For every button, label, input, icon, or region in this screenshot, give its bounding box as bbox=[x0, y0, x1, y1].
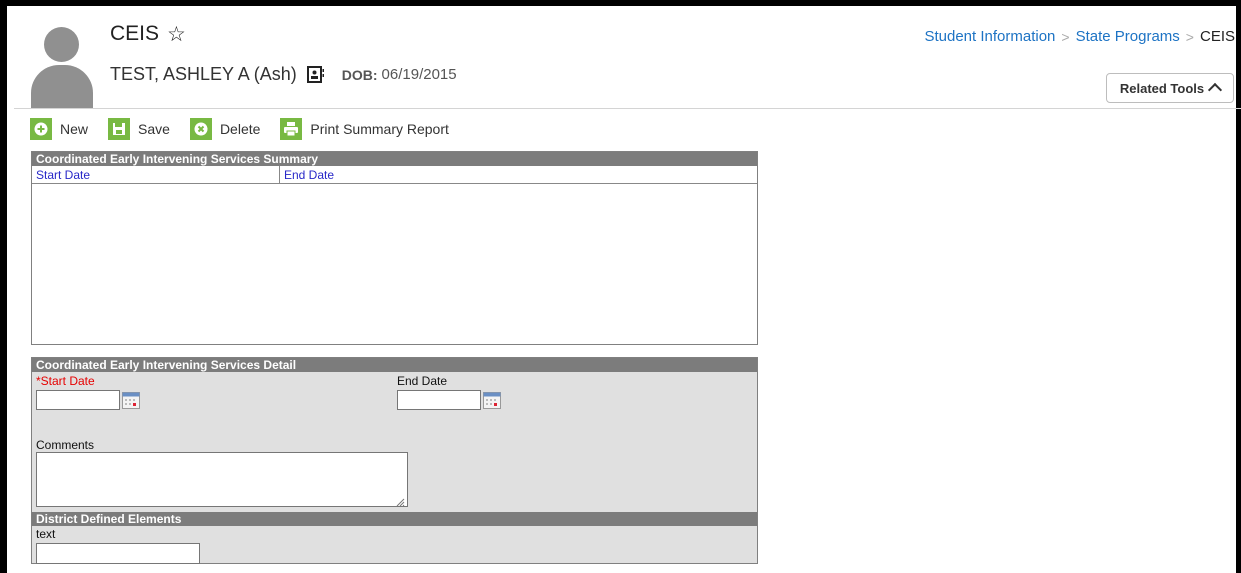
printer-icon bbox=[280, 118, 303, 140]
avatar-body bbox=[31, 65, 93, 108]
breadcrumb-current: CEIS bbox=[1199, 28, 1235, 45]
print-summary-report-label: Print Summary Report bbox=[310, 121, 449, 137]
comments-label: Comments bbox=[36, 438, 95, 452]
end-date-label: End Date bbox=[397, 374, 448, 388]
summary-table-body bbox=[32, 184, 757, 344]
detail-title: Coordinated Early Intervening Services D… bbox=[32, 358, 757, 372]
detail-panel: Coordinated Early Intervening Services D… bbox=[31, 357, 758, 564]
floppy-disk-icon bbox=[108, 118, 131, 140]
star-outline-icon[interactable]: ☆ bbox=[167, 24, 186, 45]
district-defined-elements-title: District Defined Elements bbox=[32, 512, 757, 526]
text-field-input[interactable] bbox=[36, 543, 200, 564]
breadcrumb-student-information[interactable]: Student Information bbox=[924, 28, 1055, 45]
start-date-input[interactable] bbox=[36, 390, 120, 410]
contact-card-icon[interactable] bbox=[306, 66, 324, 83]
save-button[interactable]: Save bbox=[108, 118, 170, 140]
related-tools-label: Related Tools bbox=[1119, 80, 1205, 96]
calendar-icon[interactable] bbox=[483, 392, 501, 409]
start-date-label: *Start Date bbox=[36, 374, 95, 388]
related-tools-button[interactable]: Related Tools bbox=[1106, 73, 1234, 103]
student-name: TEST, ASHLEY A (Ash) bbox=[110, 64, 297, 84]
dob-label: DOB: bbox=[341, 66, 378, 83]
print-summary-report-button[interactable]: Print Summary Report bbox=[280, 118, 449, 140]
action-toolbar: New Save Delete Print Summary Report bbox=[30, 116, 469, 142]
page-title: CEIS bbox=[110, 22, 160, 45]
end-date-input[interactable] bbox=[397, 390, 481, 410]
breadcrumb-separator-icon: > bbox=[1185, 28, 1194, 45]
delete-label: Delete bbox=[219, 121, 261, 137]
calendar-icon[interactable] bbox=[122, 392, 140, 409]
student-info: TEST, ASHLEY A (Ash) DOB: 06/19/2015 bbox=[110, 64, 457, 85]
delete-button[interactable]: Delete bbox=[189, 118, 261, 140]
comments-textarea[interactable] bbox=[36, 452, 408, 507]
new-label: New bbox=[60, 121, 89, 137]
column-header-start-date[interactable]: Start Date bbox=[32, 166, 280, 184]
breadcrumb-state-programs[interactable]: State Programs bbox=[1076, 28, 1180, 45]
resize-grip-icon[interactable] bbox=[395, 494, 405, 507]
save-label: Save bbox=[138, 121, 170, 137]
dob-value: 06/19/2015 bbox=[381, 66, 457, 83]
new-button[interactable]: New bbox=[30, 118, 88, 140]
chevron-up-icon bbox=[1208, 82, 1223, 98]
page-header: CEIS ☆ TEST, ASHLEY A (Ash) DOB: 06/19/2… bbox=[14, 12, 1241, 109]
breadcrumb-separator-icon: > bbox=[1061, 28, 1070, 45]
summary-panel: Coordinated Early Intervening Services S… bbox=[31, 151, 758, 345]
text-field-label: text bbox=[36, 527, 56, 541]
summary-title: Coordinated Early Intervening Services S… bbox=[32, 152, 757, 166]
page-title-row: CEIS ☆ bbox=[110, 22, 186, 46]
breadcrumb: Student Information > State Programs > C… bbox=[924, 28, 1235, 45]
avatar-head bbox=[44, 27, 79, 62]
app-frame: CEIS ☆ TEST, ASHLEY A (Ash) DOB: 06/19/2… bbox=[0, 0, 1241, 573]
plus-circle-icon bbox=[30, 118, 52, 140]
column-header-end-date[interactable]: End Date bbox=[280, 166, 757, 184]
avatar bbox=[31, 23, 93, 108]
x-circle-icon bbox=[189, 118, 212, 140]
